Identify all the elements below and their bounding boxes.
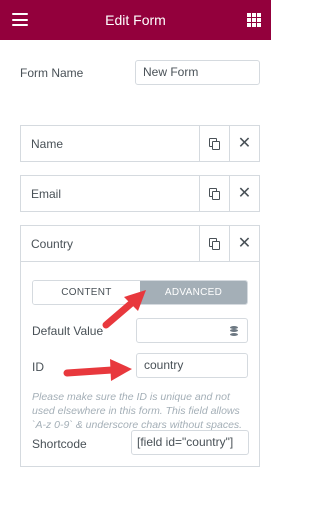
database-icon [230,325,238,336]
id-label: ID [32,360,44,374]
shortcode-input[interactable]: [field id="country"] [131,430,249,455]
form-name-input[interactable]: New Form [135,60,260,85]
duplicate-button[interactable] [199,226,229,261]
form-name-label: Form Name [20,66,84,80]
copy-icon [208,237,221,250]
field-item-name[interactable]: Name ✕ [20,125,260,162]
copy-icon [208,187,221,200]
grid-icon[interactable] [247,13,261,27]
close-icon: ✕ [237,134,252,152]
remove-button[interactable]: ✕ [229,176,259,211]
field-item-title: Country [31,237,74,251]
hamburger-icon[interactable] [12,13,28,26]
field-item-title: Email [31,187,62,201]
shortcode-label: Shortcode [32,437,87,451]
close-icon: ✕ [237,234,252,252]
remove-button[interactable]: ✕ [229,226,259,261]
tab-advanced[interactable]: ADVANCED [140,281,247,304]
default-value-label: Default Value [32,324,104,338]
panel-title: Edit Form [105,12,166,28]
annotation-arrow-id-field [63,359,132,381]
field-item-country[interactable]: Country ✕ [20,225,260,262]
copy-icon [208,137,221,150]
duplicate-button[interactable] [199,126,229,161]
field-item-email[interactable]: Email ✕ [20,175,260,212]
remove-button[interactable]: ✕ [229,126,259,161]
dynamic-tags-button[interactable] [221,318,248,343]
field-item-title: Name [31,137,64,151]
annotation-arrow-advanced-tab [102,290,146,329]
duplicate-button[interactable] [199,176,229,211]
close-icon: ✕ [237,184,252,202]
id-help-text: Please make sure the ID is unique and no… [32,391,243,431]
editor-header: Edit Form [0,0,271,40]
id-input[interactable]: country [136,353,248,378]
